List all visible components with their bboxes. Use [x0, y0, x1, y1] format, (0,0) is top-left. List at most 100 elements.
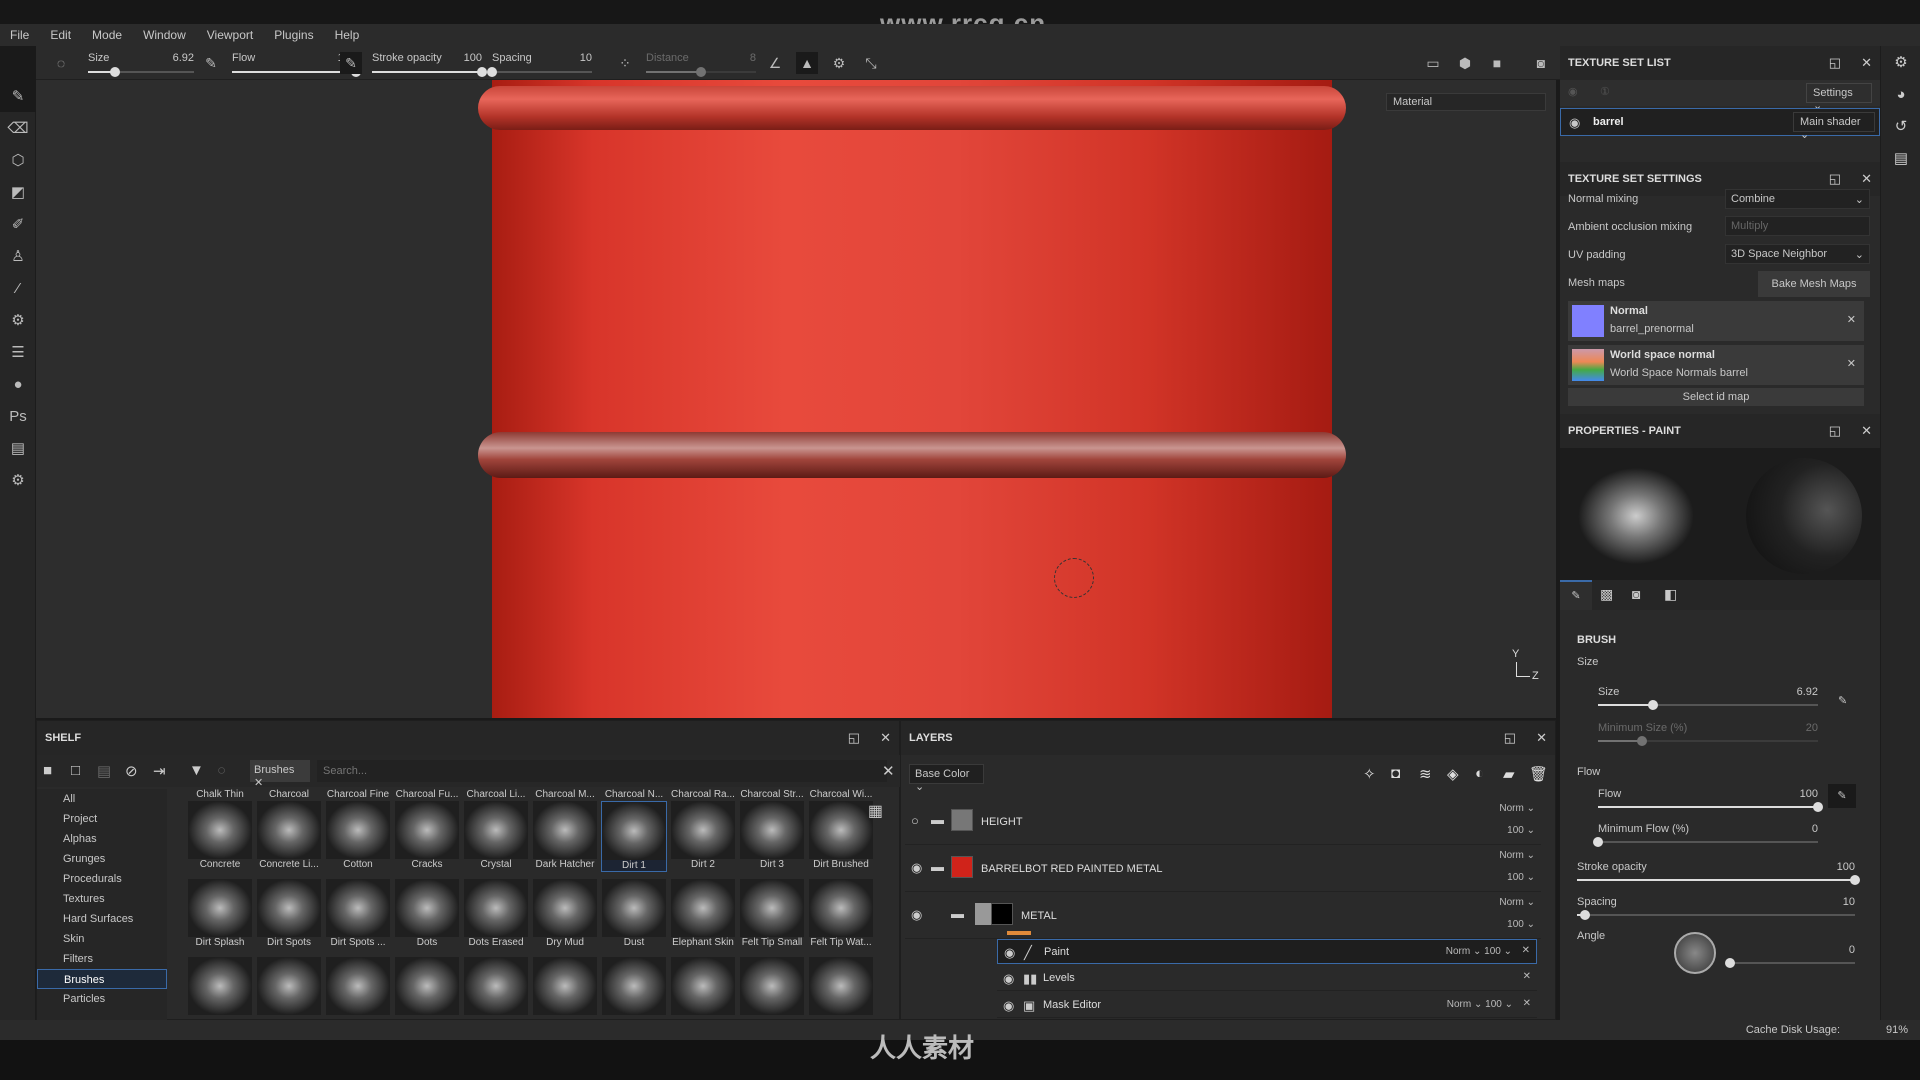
- 3d-viewport[interactable]: Material YZ: [36, 80, 1556, 718]
- knob[interactable]: [1725, 958, 1735, 968]
- category-textures[interactable]: Textures: [37, 889, 167, 909]
- channel-select[interactable]: Base Color ⌄: [909, 764, 984, 793]
- add-layer-icon[interactable]: ≋: [1419, 765, 1432, 783]
- remove-effect-icon[interactable]: ✕: [1522, 945, 1530, 956]
- document-icon[interactable]: ▤: [0, 432, 36, 464]
- shader-select[interactable]: Main shader ⌄: [1793, 112, 1875, 141]
- uv-padding-select[interactable]: 3D Space Neighbor ⌄: [1725, 244, 1870, 264]
- brush-label[interactable]: Charcoal Li...: [463, 789, 529, 800]
- brush-label[interactable]: Charcoal: [256, 789, 322, 800]
- reset-filter-icon[interactable]: ○: [217, 762, 226, 779]
- brush-item[interactable]: Dirt Brushed: [808, 801, 874, 870]
- prop-flow-slider[interactable]: Flow 100: [1598, 788, 1823, 818]
- symmetry-icon[interactable]: ▲: [796, 52, 818, 74]
- alpha-tab-icon[interactable]: ▩: [1600, 586, 1613, 603]
- menu-plugins[interactable]: Plugins: [274, 28, 313, 42]
- plugin-icon[interactable]: ⚙: [0, 464, 36, 496]
- prop-min-size-slider[interactable]: Minimum Size (%) 20: [1598, 722, 1818, 752]
- projection-tool-icon[interactable]: ⬡: [0, 144, 36, 176]
- texture-set-settings-select[interactable]: Settings ⌄: [1806, 83, 1872, 112]
- category-all[interactable]: All: [37, 789, 167, 809]
- remove-map-icon[interactable]: ✕: [1847, 357, 1856, 370]
- view-single-icon[interactable]: ▭: [1422, 52, 1444, 74]
- select-id-map-button[interactable]: Select id map: [1568, 388, 1864, 406]
- brush-item[interactable]: Concrete: [187, 801, 253, 870]
- toolbar-flow-slider[interactable]: Flow100: [232, 50, 361, 78]
- size-pressure-icon[interactable]: ✎: [1838, 694, 1847, 707]
- smudge-icon[interactable]: ✐: [0, 208, 36, 240]
- import-icon[interactable]: ⇥: [153, 762, 166, 780]
- category-grunges[interactable]: Grunges: [37, 849, 167, 869]
- brush-item[interactable]: [256, 957, 322, 1015]
- history-icon[interactable]: ↺: [1881, 110, 1920, 142]
- settings-small-icon[interactable]: ●: [0, 368, 36, 400]
- blend-mode-select[interactable]: Norm ⌄: [1499, 897, 1535, 908]
- add-fill-layer-icon[interactable]: ◈: [1447, 765, 1459, 783]
- close-icon[interactable]: ✕: [1536, 730, 1547, 746]
- angle-icon[interactable]: ∠: [764, 52, 786, 74]
- spacing-knob[interactable]: [487, 67, 497, 77]
- normal-mixing-select[interactable]: Combine ⌄: [1725, 189, 1870, 209]
- material-tab-icon[interactable]: ◧: [1664, 586, 1677, 603]
- brush-item[interactable]: Dirt Splash: [187, 879, 253, 948]
- brush-label[interactable]: Chalk Thin: [187, 789, 253, 800]
- clear-search-icon[interactable]: ✕: [882, 762, 895, 780]
- category-filters[interactable]: Filters: [37, 949, 167, 969]
- blend-mode-select[interactable]: Norm ⌄: [1499, 850, 1535, 861]
- mesh-map-world-space-normal[interactable]: World space normal World Space Normals b…: [1568, 345, 1864, 385]
- menu-window[interactable]: Window: [143, 28, 186, 42]
- brush-item[interactable]: [739, 957, 805, 1015]
- eye-icon[interactable]: ◉: [1003, 998, 1014, 1014]
- remove-effect-icon[interactable]: ✕: [1523, 971, 1531, 982]
- delete-icon[interactable]: 🗑: [1529, 765, 1548, 783]
- opacity-select[interactable]: 100 ⌄: [1507, 872, 1535, 883]
- brush-shape-icon[interactable]: ◌: [50, 52, 72, 74]
- color-picker-icon[interactable]: ⁄: [0, 272, 36, 304]
- magic-wand-icon[interactable]: ✧: [1363, 765, 1376, 783]
- brush-label[interactable]: Charcoal Fine: [325, 789, 391, 800]
- category-project[interactable]: Project: [37, 809, 167, 829]
- add-mask-icon[interactable]: ◘: [1391, 765, 1400, 782]
- brush-item[interactable]: Dirt Spots: [256, 879, 322, 948]
- brush-item[interactable]: [601, 957, 667, 1015]
- menu-viewport[interactable]: Viewport: [207, 28, 253, 42]
- brush-label[interactable]: Charcoal Ra...: [670, 789, 736, 800]
- category-skin[interactable]: Skin: [37, 929, 167, 949]
- eye-icon[interactable]: ◉: [1569, 115, 1580, 131]
- polygon-fill-icon[interactable]: ◩: [0, 176, 36, 208]
- distance-knob[interactable]: [696, 67, 706, 77]
- brush-item[interactable]: Felt Tip Small: [739, 879, 805, 948]
- category-brushes[interactable]: Brushes: [37, 969, 167, 989]
- knob[interactable]: [1637, 736, 1647, 746]
- brush-item[interactable]: Cracks: [394, 801, 460, 870]
- brush-item[interactable]: Dirt 3: [739, 801, 805, 870]
- symmetry-settings-icon[interactable]: ⚙: [828, 52, 850, 74]
- layer-thumbnail[interactable]: [951, 809, 973, 831]
- brush-label[interactable]: Charcoal M...: [532, 789, 598, 800]
- flow-pressure-icon[interactable]: ✎: [1828, 784, 1856, 808]
- brush-label[interactable]: Charcoal Fu...: [394, 789, 460, 800]
- toolbar-size-slider[interactable]: Size 6.92: [88, 50, 194, 78]
- view-3d-icon[interactable]: ⬢: [1454, 52, 1476, 74]
- camera-icon[interactable]: ■: [1486, 52, 1508, 74]
- undock-icon[interactable]: ◱: [1829, 423, 1841, 439]
- menu-help[interactable]: Help: [335, 28, 360, 42]
- category-procedurals[interactable]: Procedurals: [37, 869, 167, 889]
- lazy-mouse-icon[interactable]: ⁘: [614, 52, 636, 74]
- opacity-select[interactable]: 100 ⌄: [1507, 825, 1535, 836]
- brush-label[interactable]: Charcoal Wi...: [808, 789, 874, 800]
- brush-item[interactable]: Dirt 2: [670, 801, 736, 870]
- brush-label[interactable]: Charcoal N...: [601, 789, 667, 800]
- effect-blend-select[interactable]: Norm ⌄ 100 ⌄: [1447, 999, 1513, 1010]
- category-alphas[interactable]: Alphas: [37, 829, 167, 849]
- shelf-search-input[interactable]: [317, 760, 887, 782]
- brush-item[interactable]: Dirt Spots ...: [325, 879, 391, 948]
- filter-icon[interactable]: ▼: [189, 762, 204, 779]
- undock-icon[interactable]: ◱: [1504, 730, 1516, 746]
- prop-stroke-opacity-slider[interactable]: Stroke opacity 100: [1577, 861, 1860, 891]
- screenshot-icon[interactable]: ◙: [1530, 52, 1552, 74]
- prop-angle-slider[interactable]: 0: [1725, 944, 1855, 974]
- eraser-icon[interactable]: ⌫: [0, 112, 36, 144]
- bake-icon[interactable]: ⚙: [0, 304, 36, 336]
- remove-effect-icon[interactable]: ✕: [1523, 998, 1531, 1009]
